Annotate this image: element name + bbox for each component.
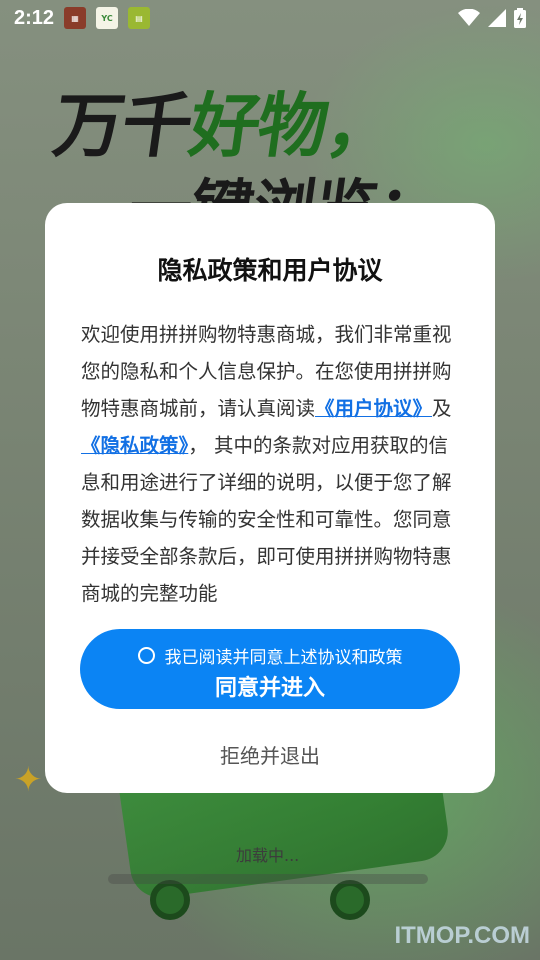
battery-charging-icon <box>514 8 526 28</box>
app-notification-icon: YC <box>96 7 119 29</box>
privacy-dialog: 隐私政策和用户协议 欢迎使用拼拼购物特惠商城，我们非常重视您的隐私和个人信息保护… <box>45 203 495 793</box>
app-notification-icon: ▦ <box>64 7 87 29</box>
dialog-title: 隐私政策和用户协议 <box>157 256 383 285</box>
splash-headline: 万千好物， <box>48 70 402 171</box>
headline-text-green: 好物， <box>184 85 400 167</box>
agreement-radio-icon[interactable] <box>137 647 155 664</box>
wifi-icon <box>458 9 480 26</box>
cart-wheel-icon <box>150 880 190 920</box>
cart-wheel-icon <box>330 880 370 920</box>
status-bar: 2:12 ▦ YC ▤ <box>0 0 540 36</box>
refuse-and-exit-button[interactable]: 拒绝并退出 <box>45 740 495 769</box>
status-time: 2:12 <box>14 6 55 29</box>
body-rest-text: ， 其中的条款对应用获取的信息和用途进行了详细的说明，以便于您了解数据收集与传输… <box>81 434 452 605</box>
loading-text: 加载中... <box>236 846 300 865</box>
user-agreement-link[interactable]: 《用户协议》 <box>315 397 432 420</box>
agree-and-enter-button[interactable]: 我已阅读并同意上述协议和政策 同意并进入 <box>80 629 460 709</box>
app-notification-icon: ▤ <box>128 7 151 29</box>
loading-progress-bar <box>108 874 428 884</box>
agreement-checkbox-label[interactable]: 我已阅读并同意上述协议和政策 <box>165 643 403 668</box>
privacy-policy-link[interactable]: 《隐私政策》 <box>81 434 188 457</box>
watermark: ITMOP.COM <box>394 922 530 949</box>
agree-button-label: 同意并进入 <box>214 676 325 701</box>
and-text: 及 <box>432 397 452 420</box>
signal-icon <box>488 9 506 27</box>
agreement-checkbox-row[interactable]: 我已阅读并同意上述协议和政策 <box>80 643 460 668</box>
dialog-body: 欢迎使用拼拼购物特惠商城，我们非常重视您的隐私和个人信息保护。在您使用拼拼购物特… <box>81 316 465 612</box>
star-icon: ✦ <box>14 760 43 800</box>
headline-text-black: 万千 <box>48 85 196 167</box>
